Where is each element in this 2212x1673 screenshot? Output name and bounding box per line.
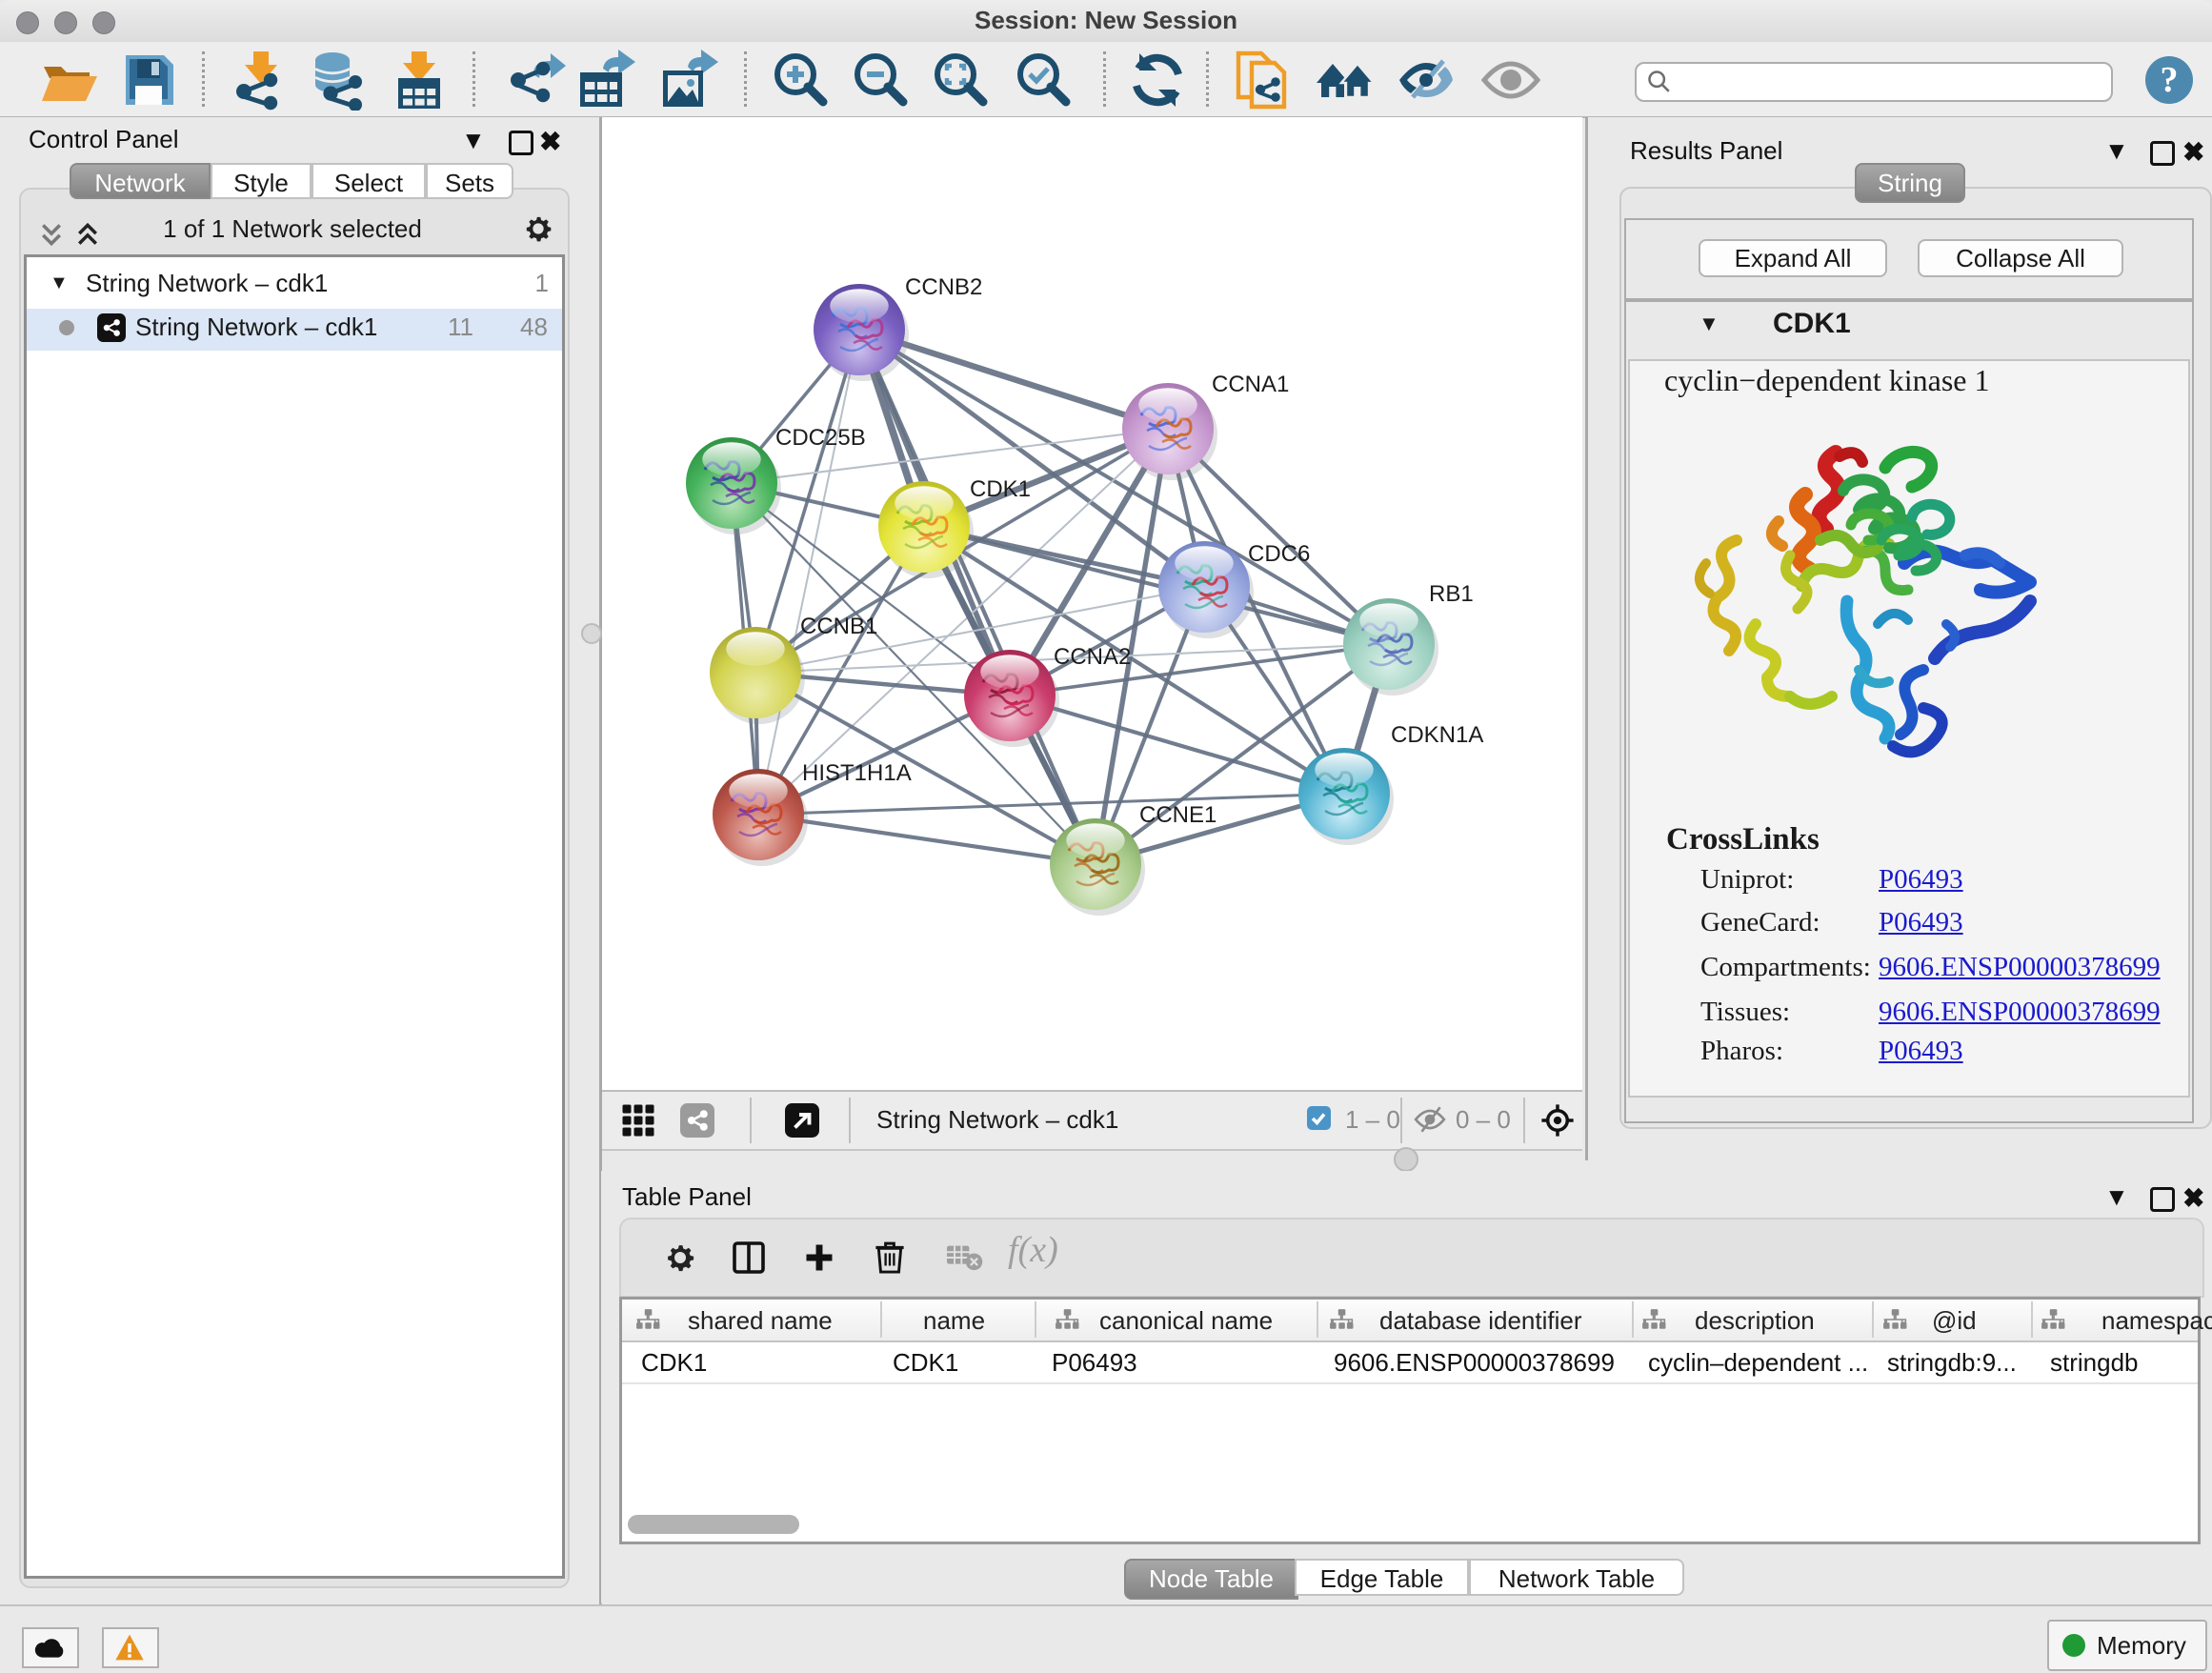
svg-text:CCNB1: CCNB1 (800, 614, 877, 639)
svg-text:CDKN1A: CDKN1A (1391, 722, 1483, 748)
svg-text:CCNE1: CCNE1 (1139, 802, 1217, 828)
svg-text:CDC6: CDC6 (1248, 541, 1310, 567)
svg-text:CDK1: CDK1 (970, 476, 1031, 502)
svg-text:CCNB2: CCNB2 (905, 274, 982, 300)
svg-text:CCNA1: CCNA1 (1212, 372, 1289, 397)
svg-text:CCNA2: CCNA2 (1054, 644, 1131, 670)
svg-text:HIST1H1A: HIST1H1A (802, 760, 912, 786)
svg-text:RB1: RB1 (1429, 581, 1474, 607)
svg-text:CDC25B: CDC25B (775, 425, 866, 451)
